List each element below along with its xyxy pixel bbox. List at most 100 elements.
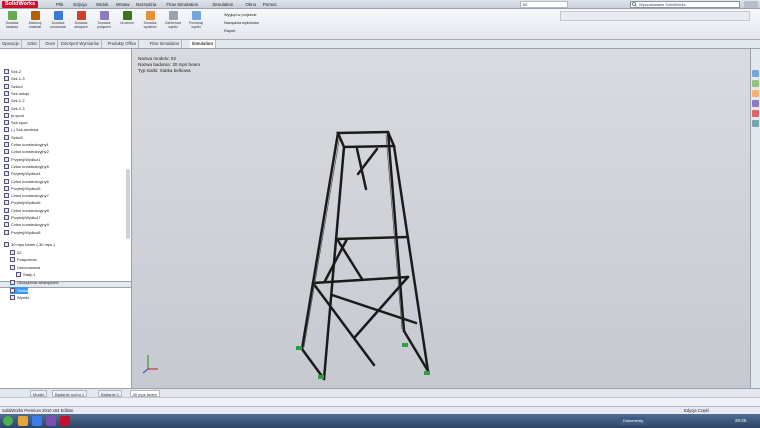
sketch-icon bbox=[4, 76, 9, 82]
tree-item[interactable]: Przytnij/Wydłuż5 bbox=[4, 185, 41, 192]
tree-scrollbar[interactable] bbox=[126, 169, 130, 239]
tab-produkty-office[interactable]: Produkty Office bbox=[106, 40, 140, 48]
tree-item[interactable]: Człon konstrukcyjny1 bbox=[4, 141, 49, 148]
study-tree-item[interactable]: Stały-1 bbox=[16, 271, 35, 278]
view-palette-icon[interactable] bbox=[752, 100, 759, 107]
tree-item[interactable]: Człon konstrukcyjny8 bbox=[4, 207, 49, 214]
tree-item[interactable]: Szk.ustoje bbox=[4, 90, 29, 97]
ribbon-side-item[interactable]: Wygląd w projekcie bbox=[216, 11, 286, 19]
trim-icon bbox=[4, 185, 9, 191]
tree-item[interactable]: Człon konstrukcyjny2 bbox=[4, 148, 49, 155]
study-tab[interactable]: 30 mps beam bbox=[129, 390, 160, 397]
ribbon-button[interactable]: Doradca umocowań bbox=[50, 11, 66, 37]
menu-item[interactable]: Simulation bbox=[212, 1, 233, 8]
study-tab[interactable]: Model bbox=[30, 390, 47, 397]
tab-simulation[interactable]: Simulation bbox=[189, 40, 216, 48]
study-tree-item[interactable]: Umocowania bbox=[10, 264, 40, 271]
weldment-icon bbox=[4, 193, 9, 199]
simulation-toolbar[interactable] bbox=[0, 397, 760, 406]
ribbon-side-item[interactable]: Narzędzia wykresów bbox=[216, 19, 286, 27]
tree-item[interactable]: Przytnij/Wydłuż6 bbox=[4, 199, 41, 206]
graphics-area[interactable] bbox=[132, 49, 750, 388]
menu-item[interactable]: Plik bbox=[56, 1, 63, 8]
feature-manager-tree[interactable]: Szk.2 Szk.1-3 Szkic4 Szk.ustoje Szk.1-2 Szk.2… bbox=[0, 49, 132, 389]
ribbon-button-label: Doradca obciążeń z... bbox=[74, 21, 88, 29]
tree-item[interactable]: Szkic5 bbox=[4, 134, 23, 141]
search-input[interactable]: Wyszukiwanie SolidWorks bbox=[630, 1, 740, 8]
study-tree-item[interactable]: Obciążenia zewnętrzne bbox=[10, 279, 59, 286]
folder-icon[interactable] bbox=[18, 416, 28, 426]
external-loads-icon bbox=[10, 280, 15, 285]
ribbon-button[interactable]: Doradca połączeń bbox=[96, 11, 112, 37]
weldment-icon bbox=[4, 222, 9, 228]
tab-operacje[interactable]: Operacje bbox=[0, 40, 22, 48]
tree-item[interactable]: Przytnij/Wydłuż4 bbox=[4, 170, 41, 177]
tree-item[interactable]: Szk.2 bbox=[4, 68, 21, 75]
ribbon-button[interactable]: Porównaj wyniki bbox=[188, 11, 204, 37]
ribbon-button[interactable]: Zdeformowane wyniki bbox=[165, 11, 181, 37]
design-library-icon[interactable] bbox=[752, 80, 759, 87]
tree-item[interactable]: Przytnij/Wydłuż7 bbox=[4, 214, 41, 221]
browser-icon[interactable] bbox=[32, 416, 42, 426]
tree-item[interactable]: Człon konstrukcyjny5 bbox=[4, 163, 49, 170]
tree-item[interactable]: pl.spod bbox=[4, 112, 24, 119]
tree-item[interactable]: Przytnij/Wydłuż1 bbox=[4, 156, 41, 163]
start-button[interactable] bbox=[3, 416, 13, 426]
tree-item[interactable]: Szk.2-3 bbox=[4, 105, 25, 112]
menu-item[interactable]: Pomoc bbox=[263, 1, 277, 8]
tree-item[interactable]: Szkic4 bbox=[4, 83, 23, 90]
ribbon-button[interactable]: Doradca wyników bbox=[142, 11, 158, 37]
heads-up-toolbar[interactable] bbox=[560, 11, 750, 21]
study-tree-item[interactable]: 02 bbox=[10, 249, 21, 256]
ribbon-button[interactable]: Uruchom bbox=[119, 11, 135, 37]
tree-item-label: Szkic4 bbox=[11, 83, 23, 89]
menu-item[interactable]: Widok bbox=[96, 1, 109, 8]
appearances-icon[interactable] bbox=[752, 110, 759, 117]
window-controls[interactable] bbox=[744, 1, 758, 8]
custom-properties-icon[interactable] bbox=[752, 120, 759, 127]
menu-item[interactable]: Narzędzia bbox=[136, 1, 156, 8]
study-tree-item[interactable]: Połączenia bbox=[10, 256, 37, 263]
plot-type-label: Typ siatki: Siatka belkowa bbox=[138, 68, 191, 73]
study-tree-item[interactable]: 30 mps beam (-30 mps-) bbox=[4, 241, 55, 248]
solidworks-taskbar-icon[interactable] bbox=[60, 416, 70, 426]
tab-szkic[interactable]: Szkic bbox=[25, 40, 41, 48]
documents-button[interactable]: Dokumenty bbox=[620, 417, 647, 425]
tree-item-label: Przytnij/Wydłuż4 bbox=[11, 171, 41, 177]
tab-ocen[interactable]: Ocen bbox=[43, 40, 59, 48]
search-icon bbox=[632, 2, 637, 7]
tab-flow-simulation[interactable]: Flow Simulation bbox=[148, 40, 183, 48]
tree-item[interactable]: (-) Szk.ramiona bbox=[4, 126, 38, 133]
menu-item[interactable]: Okno bbox=[245, 1, 256, 8]
tree-item[interactable]: Człon konstrukcyjny6 bbox=[4, 178, 49, 185]
view-toolbar[interactable] bbox=[232, 40, 760, 48]
tree-item[interactable]: Szk.spod bbox=[4, 119, 27, 126]
ribbon-button[interactable]: Zastosuj materiał bbox=[27, 11, 43, 37]
ribbon-side-item[interactable]: Raport bbox=[216, 27, 286, 35]
tree-item[interactable]: Człon konstrukcyjny9 bbox=[4, 221, 49, 228]
tree-item[interactable]: Szk.1-2 bbox=[4, 97, 25, 104]
study-tree-item-label: 30 mps beam (-30 mps-) bbox=[11, 242, 55, 247]
weldment-icon bbox=[4, 207, 9, 213]
app-icon[interactable] bbox=[46, 416, 56, 426]
study-tree-item[interactable]: Wyniki bbox=[10, 294, 29, 301]
study-tab[interactable]: Badanie ruchu 1 bbox=[52, 390, 88, 397]
study-tab[interactable]: Badanie 1 bbox=[98, 390, 123, 397]
solidworks-logo[interactable]: SolidWorks bbox=[2, 1, 39, 8]
ribbon-button[interactable]: Doradca obciążeń z... bbox=[73, 11, 89, 37]
tab-dimxpert-wymiar-w[interactable]: DimXpert Wymiarów bbox=[59, 40, 102, 48]
menu-item[interactable]: Wstaw bbox=[116, 1, 130, 8]
ribbon-button[interactable]: Doradca badania bbox=[4, 11, 20, 37]
tree-item-label: Przytnij/Wydłuż7 bbox=[11, 215, 41, 220]
resources-icon[interactable] bbox=[752, 70, 759, 77]
tree-item[interactable]: Człon konstrukcyjny7 bbox=[4, 192, 49, 199]
file-explorer-icon[interactable] bbox=[752, 90, 759, 97]
menu-item[interactable]: Flow Simulation bbox=[166, 1, 198, 8]
ribbon-button-label: Doradca badania bbox=[5, 21, 19, 29]
study-tree-item[interactable]: Siatka bbox=[10, 286, 29, 294]
tree-item[interactable]: Szk.1-3 bbox=[4, 75, 25, 82]
tree-item[interactable]: Przytnij/Wydłuż8 bbox=[4, 229, 41, 236]
menu-item[interactable]: Edycja bbox=[73, 1, 87, 8]
tree-item-label: Przytnij/Wydłuż1 bbox=[11, 156, 41, 162]
ribbon-button-label: Porównaj wyniki bbox=[188, 21, 204, 29]
